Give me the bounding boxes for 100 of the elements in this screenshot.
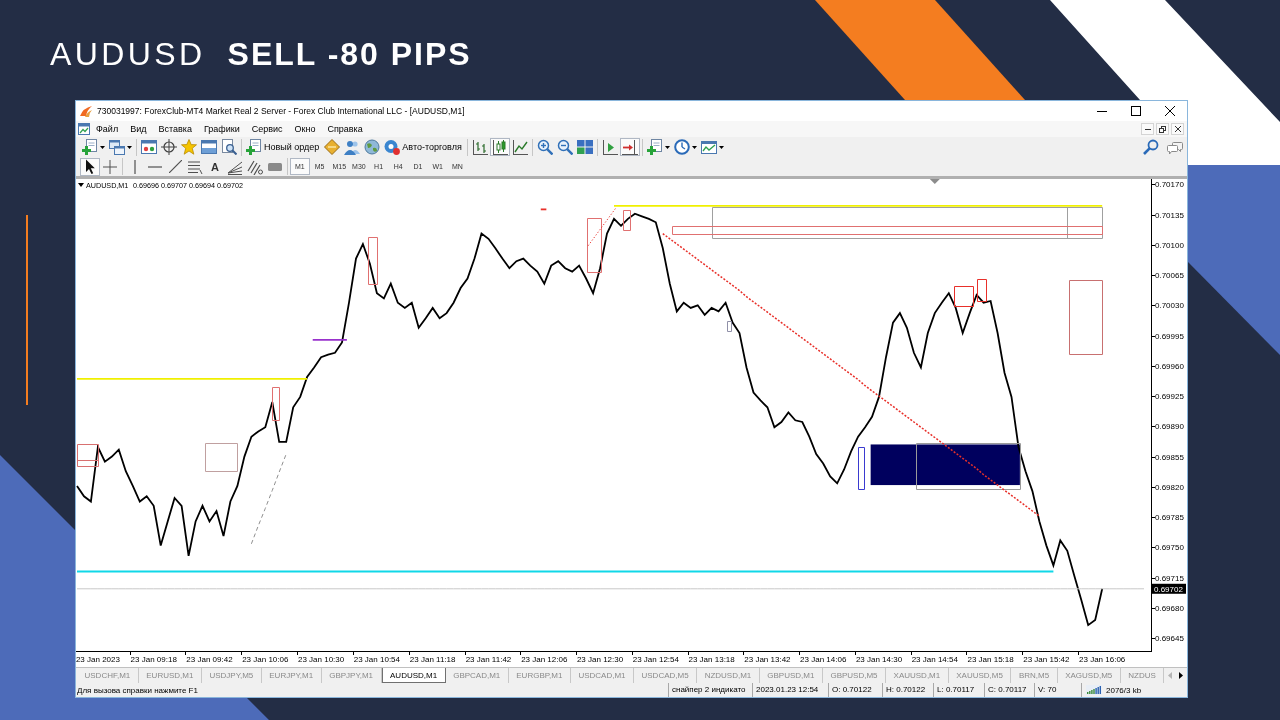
close-button[interactable] — [1171, 123, 1184, 135]
caret-icon[interactable] — [78, 183, 84, 187]
close-icon — [1165, 106, 1175, 116]
zone-rectangle — [977, 279, 987, 302]
templates-button[interactable] — [698, 138, 726, 156]
star-icon — [181, 139, 197, 155]
dotted-line — [587, 207, 617, 247]
vertical-line-icon — [134, 159, 136, 174]
time-axis-label: 23 Jan 10:54 — [353, 655, 400, 664]
time-axis-label: 23 Jan 13:42 — [744, 655, 791, 664]
short-horizontal-line — [311, 339, 348, 341]
time-axis-label: 23 Jan 09:42 — [186, 655, 233, 664]
trade-result: SELL -80 PIPS — [227, 38, 472, 70]
restore-button[interactable] — [1156, 123, 1169, 135]
circle-badge-icon — [384, 139, 401, 155]
profiles-button[interactable] — [107, 138, 134, 156]
time-axis-label: 23 Jan 11:18 — [409, 655, 456, 664]
maximize-icon — [1131, 106, 1141, 116]
indicators-button[interactable] — [644, 138, 672, 156]
time-axis-label: 23 Jan 12:54 — [632, 655, 679, 664]
caret-icon — [100, 145, 105, 149]
market-watch-button[interactable] — [139, 138, 159, 156]
price-axis-label: 0.69995 — [1155, 331, 1184, 341]
new-order-button[interactable]: Новый ордер — [244, 138, 323, 156]
text-tool-button[interactable]: A — [205, 157, 225, 176]
tile-windows-button[interactable] — [574, 138, 595, 156]
chart-window-icon[interactable] — [78, 123, 90, 135]
price-axis-label: 0.70135 — [1155, 210, 1184, 220]
data-window-button[interactable] — [159, 138, 179, 156]
menu-item[interactable]: Вставка — [152, 122, 198, 136]
price-axis-label: 0.69820 — [1155, 482, 1184, 492]
time-axis-label: 23 Jan 13:18 — [688, 655, 735, 664]
candlestick-button[interactable] — [489, 138, 510, 156]
tester-button[interactable] — [219, 138, 239, 156]
time-axis-label: 23 Jan 15:18 — [967, 655, 1014, 664]
menu-item[interactable]: Графики — [197, 122, 246, 136]
horizontal-line-icon — [148, 165, 162, 168]
menu-item[interactable]: Справка — [321, 122, 369, 136]
slide-title: AUDUSD — [50, 38, 206, 70]
search-button[interactable] — [1141, 138, 1161, 156]
stacked-lines-icon — [187, 158, 203, 175]
crosshair-icon — [161, 139, 177, 155]
status-help-text: Для вызова справки нажмите F1 — [76, 685, 199, 695]
label-icon — [268, 162, 282, 171]
time-axis-label: 23 Jan 12:06 — [521, 655, 568, 664]
caret-icon — [127, 145, 132, 149]
search-icon — [1143, 139, 1159, 155]
tile-windows-icon — [576, 139, 593, 155]
diamond-icon — [324, 139, 341, 155]
zone-rectangle — [727, 321, 732, 332]
editor-button[interactable] — [322, 138, 343, 156]
menu-item[interactable]: Сервис — [245, 122, 289, 136]
window-dots-icon — [141, 139, 157, 155]
autotrading-button[interactable]: Авто-торговля — [382, 138, 465, 156]
restore-icon — [1159, 125, 1166, 133]
periods-button[interactable] — [671, 138, 699, 156]
scroll-right-icon[interactable] — [1179, 672, 1184, 679]
market-button[interactable] — [362, 138, 383, 156]
menu-item[interactable]: Вид — [124, 122, 153, 136]
minimize-button[interactable] — [1141, 123, 1154, 135]
price-axis-label: 0.69750 — [1155, 543, 1184, 553]
price-axis-label: 0.69785 — [1155, 513, 1184, 523]
short-horizontal-line — [539, 208, 548, 211]
price-axis-label: 0.70170 — [1155, 180, 1184, 190]
document-plus-icon — [646, 139, 663, 155]
chart-tab[interactable]: AUDUSD,M1 — [381, 668, 446, 683]
minimize-icon — [1097, 110, 1107, 112]
hatched-lines-icon — [247, 158, 263, 175]
document-plus-icon — [82, 139, 98, 155]
price-axis-label: 0.69715 — [1155, 573, 1184, 583]
zone-rectangle — [368, 237, 378, 285]
menu-item[interactable]: Файл — [90, 122, 125, 136]
zone-rectangle — [623, 210, 631, 231]
terminal-button[interactable] — [199, 138, 219, 156]
time-axis-label: 23 Jan 10:06 — [242, 655, 289, 664]
new-chart-button[interactable] — [80, 138, 107, 156]
traffic-counter: 2076/3 kb — [1106, 685, 1142, 695]
window-title: 730031997: ForexClub-MT4 Market Real 2 Server - Forex Club International LLC - [AUDUSD,M1] — [97, 106, 466, 116]
chart-template-icon — [700, 139, 717, 155]
zone-rectangle — [272, 387, 280, 421]
price-axis-label: 0.69890 — [1155, 422, 1184, 432]
candlestick-icon — [491, 139, 508, 155]
minimize-icon — [1144, 128, 1151, 130]
menu-item[interactable]: Окно — [288, 122, 322, 136]
zone-rectangle — [858, 447, 865, 490]
status-field: 2023.01.23 12:54 — [752, 683, 828, 697]
autoscroll-button[interactable] — [619, 138, 640, 156]
caret-icon — [718, 145, 724, 149]
price-axis-label: 0.69925 — [1155, 392, 1184, 402]
signals-button[interactable] — [342, 138, 363, 156]
time-axis-label: 23 Jan 16:06 — [1079, 655, 1126, 664]
crosshair-icon — [102, 158, 118, 175]
time-axis-label: 23 Jan 09:18 — [130, 655, 177, 664]
trendline-icon — [168, 160, 182, 173]
zone-rectangle — [954, 286, 974, 307]
time-axis-label: 23 Jan 12:30 — [576, 655, 624, 664]
close-icon — [1174, 126, 1181, 132]
time-axis-label: 23 Jan 10:30 — [297, 655, 345, 664]
clock-icon — [673, 139, 690, 155]
cursor-tool-button[interactable] — [80, 157, 100, 176]
